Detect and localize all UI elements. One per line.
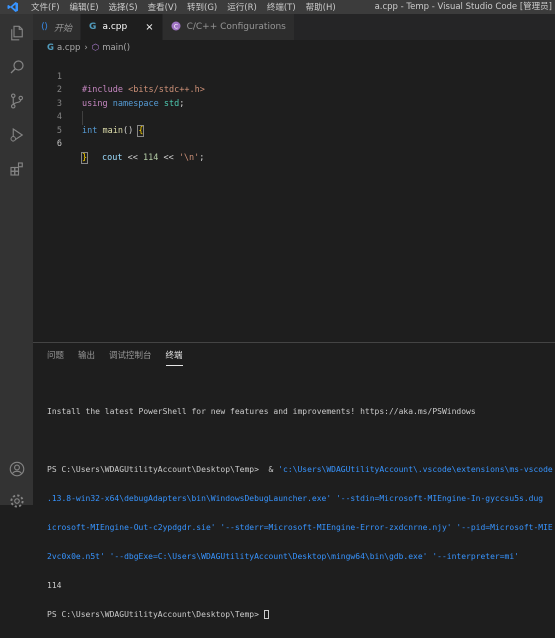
terminal-line: PS C:\Users\WDAGUtilityAccount\Desktop\T… xyxy=(47,464,555,475)
chevron-right-icon: › xyxy=(84,43,88,53)
menu-file[interactable]: 文件(F) xyxy=(26,1,65,13)
explorer-icon[interactable] xyxy=(0,18,33,48)
terminal-line: PS C:\Users\WDAGUtilityAccount\Desktop\T… xyxy=(47,609,555,620)
tab-label: a.cpp xyxy=(102,22,128,32)
breadcrumb-symbol[interactable]: main() xyxy=(102,43,130,53)
tab-cpp-configurations[interactable]: C C/C++ Configurations xyxy=(162,14,295,40)
panel-tabs: 问题 输出 调试控制台 终端 xyxy=(47,349,197,366)
source-control-icon[interactable] xyxy=(0,86,33,116)
menu-bar: 文件(F) 编辑(E) 选择(S) 查看(V) 转到(G) 运行(R) 终端(T… xyxy=(26,1,341,13)
tab-debug-console[interactable]: 调试控制台 xyxy=(109,349,152,366)
tab-a-cpp[interactable]: G a.cpp × xyxy=(81,14,163,40)
tab-welcome[interactable]: ⟨⟩ 开始 xyxy=(33,14,82,40)
menu-go[interactable]: 转到(G) xyxy=(182,1,222,13)
terminal-cursor xyxy=(263,610,269,619)
terminal-line: .13.8-win32-x64\debugAdapters\bin\Window… xyxy=(47,494,544,503)
code-line: 3 xyxy=(33,84,555,109)
tab-label: 开始 xyxy=(54,23,73,34)
menu-help[interactable]: 帮助(H) xyxy=(301,1,341,13)
bottom-panel: 问题 输出 调试控制台 终端 Install the latest PowerS… xyxy=(33,342,555,619)
search-icon[interactable] xyxy=(0,52,33,82)
code-line: 2 using namespace std; xyxy=(33,71,555,109)
semicolon: ; xyxy=(199,152,205,163)
terminal-line: 2vc0x0e.n5t' '--dbgExe=C:\Users\WDAGUtil… xyxy=(47,552,520,561)
vscode-logo-icon: ⟨⟩ xyxy=(41,22,49,32)
code-line: 5 cout << 114 << '\n'; xyxy=(33,111,555,163)
title-bar: 文件(F) 编辑(E) 选择(S) 查看(V) 转到(G) 运行(R) 终端(T… xyxy=(0,0,555,14)
terminal-line: icrosoft-MIEngine-Out-c2ypdgdr.sie' '--s… xyxy=(47,523,553,532)
operator: << xyxy=(122,152,143,163)
code-line-current: 6 } xyxy=(33,125,555,164)
terminal-prompt: PS C:\Users\WDAGUtilityAccount\Desktop\T… xyxy=(47,610,259,619)
tab-label: C/C++ Configurations xyxy=(186,22,286,32)
breadcrumb-file[interactable]: a.cpp xyxy=(57,43,80,53)
editor-tabs: ⟨⟩ 开始 G a.cpp × C C/C++ Configurations xyxy=(33,14,555,40)
window-title: a.cpp - Temp - Visual Studio Code [管理员] xyxy=(374,2,552,12)
terminal-line: Install the latest PowerShell for new fe… xyxy=(47,407,476,416)
cpp-file-icon: G xyxy=(89,22,97,32)
code-editor[interactable]: 1 #include <bits/stdc++.h> 2 using names… xyxy=(33,56,555,342)
terminal-prompt: PS C:\Users\WDAGUtilityAccount\Desktop\T… xyxy=(47,465,259,474)
line-number: 6 xyxy=(56,139,62,149)
menu-selection[interactable]: 选择(S) xyxy=(104,1,143,13)
tab-terminal[interactable]: 终端 xyxy=(165,349,183,366)
vscode-logo-icon xyxy=(0,0,26,14)
char-literal: '\n' xyxy=(178,152,200,163)
cpp-file-icon: G xyxy=(47,43,54,53)
terminal-operator: & xyxy=(258,465,279,474)
tab-output[interactable]: 输出 xyxy=(78,349,95,366)
close-icon[interactable]: × xyxy=(145,22,153,33)
activity-bar xyxy=(0,14,33,508)
c-cpp-extension-icon: C xyxy=(171,21,181,34)
indent-guide xyxy=(82,111,83,125)
close-brace: } xyxy=(80,151,89,164)
settings-gear-icon[interactable] xyxy=(0,486,33,516)
operator: << xyxy=(158,152,179,163)
svg-text:C: C xyxy=(173,23,177,30)
terminal-output: 114 xyxy=(47,581,62,590)
account-icon[interactable] xyxy=(0,454,33,484)
function-icon: ⬡ xyxy=(91,43,100,53)
menu-view[interactable]: 查看(V) xyxy=(143,1,182,13)
extensions-icon[interactable] xyxy=(0,154,33,184)
terminal-command: 'c:\Users\WDAGUtilityAccount\.vscode\ext… xyxy=(278,465,553,474)
code-line: 1 #include <bits/stdc++.h> xyxy=(33,57,555,96)
run-debug-icon[interactable] xyxy=(0,120,33,150)
menu-run[interactable]: 运行(R) xyxy=(222,1,262,13)
menu-edit[interactable]: 编辑(E) xyxy=(65,1,104,13)
breadcrumb: G a.cpp › ⬡ main() xyxy=(33,40,555,56)
terminal[interactable]: Install the latest PowerShell for new fe… xyxy=(47,388,555,638)
number-literal: 114 xyxy=(142,152,159,163)
menu-terminal[interactable]: 终端(T) xyxy=(262,1,301,13)
identifier-cout: cout xyxy=(102,152,123,163)
tab-problems[interactable]: 问题 xyxy=(47,349,64,366)
code-line: 4 int main() { xyxy=(33,98,555,137)
